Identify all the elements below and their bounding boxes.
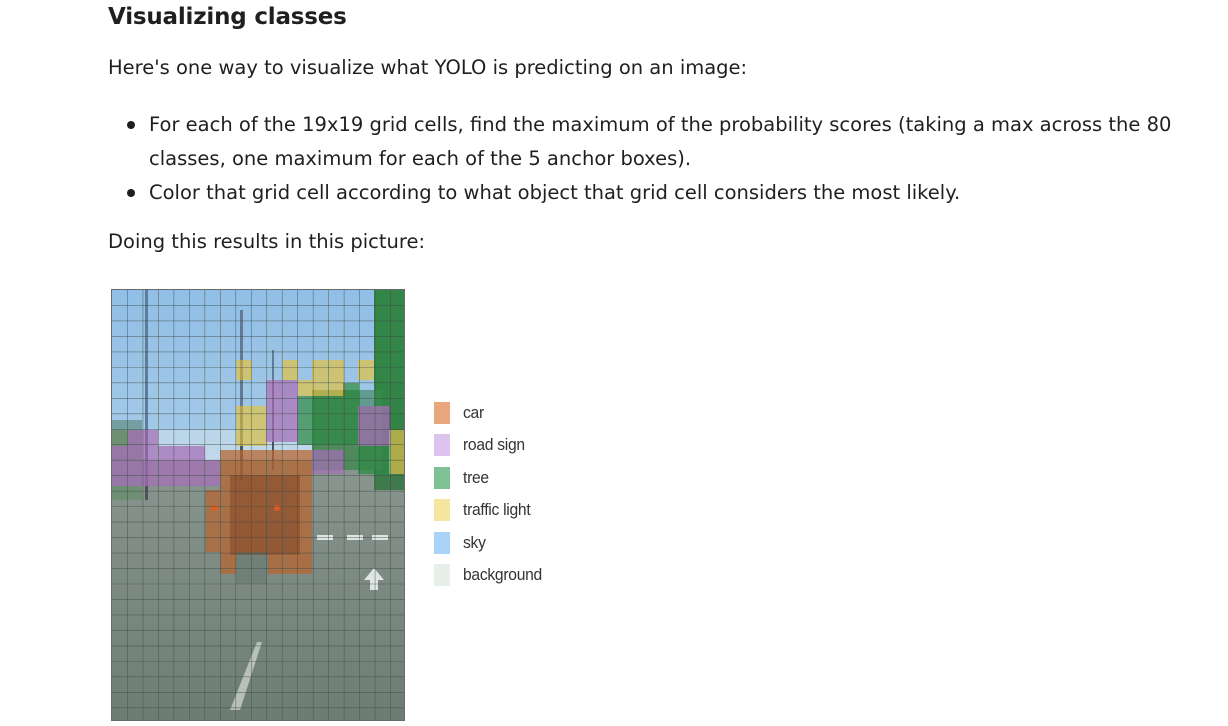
car-light [211,505,217,511]
overlay-road-sign [266,380,297,442]
legend-label: road sign [463,435,525,455]
overlay-traffic-light [281,360,297,380]
legend-swatch [434,434,450,457]
legend-item-background: background [434,563,549,596]
overlay-road-sign [312,450,343,474]
legend-item-road-sign: road sign [434,434,549,466]
bullet-list: For each of the 19x19 grid cells, find t… [108,108,1228,210]
yolo-class-visualization-image [111,289,405,721]
overlay-traffic-light [312,360,343,380]
legend-label: car [463,403,484,422]
overlay-traffic-light [389,430,404,474]
legend-item-traffic-light: traffic light [434,499,549,531]
overlay-traffic-light [297,380,343,396]
overlay-road-sign [127,430,158,446]
legend-label: background [463,564,542,584]
class-map-svg [112,290,404,720]
legend-label: sky [463,532,486,552]
overlay-road-sign [205,460,220,486]
legend-swatch [434,466,450,489]
legend-item-sky: sky [434,531,549,564]
section-heading: Visualizing classes [108,4,347,30]
overlay-traffic-light [236,360,252,380]
intro-paragraph: Here's one way to visualize what YOLO is… [108,56,748,79]
legend-swatch [434,531,450,554]
car-body [230,475,300,555]
legend-item-tree: tree [434,466,549,499]
bullet-item: Color that grid cell according to what o… [127,176,1228,210]
legend-swatch [434,402,450,424]
legend-swatch [434,499,450,522]
bullet-item: For each of the 19x19 grid cells, find t… [127,108,1228,176]
legend-label: traffic light [463,500,531,520]
overlay-road-sign [358,406,389,446]
overlay-traffic-light [358,360,374,380]
result-paragraph: Doing this results in this picture: [108,230,426,253]
legend-swatch [434,563,450,586]
legend-item-car: car [434,402,549,434]
car-light [274,505,280,511]
legend-label: tree [463,467,489,487]
class-legend: car road sign tree traffic light sky bac… [434,402,549,596]
overlay-car [205,490,220,552]
